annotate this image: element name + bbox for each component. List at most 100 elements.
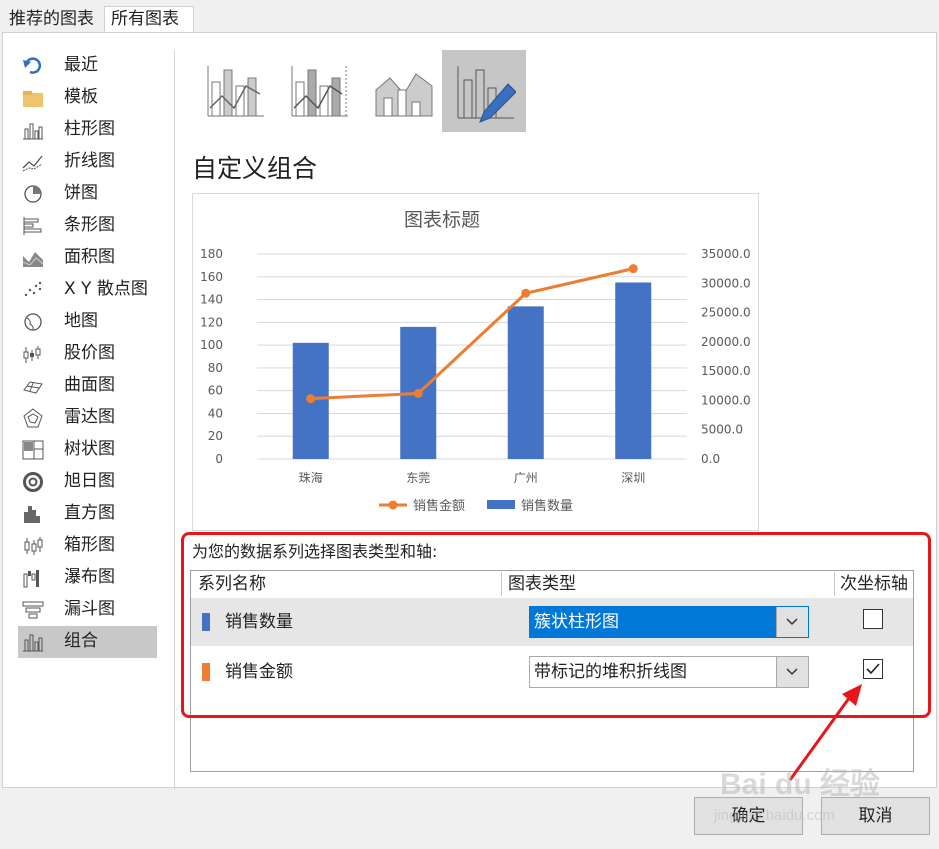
sidebar-item-histogram-chart[interactable]: 直方图	[18, 498, 157, 530]
chart-preview: 图表标题 0 20 40 60 80 100 120 140 160 180 0.0 5000.0 100…	[192, 193, 759, 531]
pie-chart-icon	[22, 184, 44, 204]
map-chart-icon	[22, 312, 44, 332]
sidebar-item-line-chart[interactable]: 折线图	[18, 146, 157, 178]
combo-subtype-column-line[interactable]	[192, 50, 276, 132]
sidebar-item-label: 最近	[64, 55, 98, 75]
bar	[507, 306, 544, 459]
combo-subtype-column-line-secondary[interactable]	[276, 50, 360, 132]
sidebar-item-label: X Y 散点图	[64, 279, 148, 299]
folder-icon	[22, 88, 44, 108]
column-chart-icon	[22, 120, 44, 140]
y2-tick-label: 25000.0	[701, 306, 751, 320]
sidebar-item-label: 股价图	[64, 343, 115, 363]
y-tick-label: 20	[208, 429, 223, 443]
sunburst-chart-icon	[22, 472, 44, 492]
y2-tick-label: 30000.0	[701, 276, 751, 290]
sidebar-divider	[174, 50, 175, 790]
y2-tick-label: 35000.0	[701, 247, 751, 261]
watermark-logo: Bai du 经验 jingyan.baidu.com	[710, 758, 910, 828]
x-tick-label: 东莞	[406, 471, 430, 485]
y-tick-label: 80	[208, 361, 223, 375]
y-tick-label: 60	[208, 384, 223, 398]
sidebar-item-label: 瀑布图	[64, 567, 115, 587]
waterfall-chart-icon	[22, 568, 44, 588]
stock-chart-icon	[22, 344, 44, 364]
sidebar-item-map-chart[interactable]: 地图	[18, 306, 157, 338]
sidebar-item-surface-chart[interactable]: 曲面图	[18, 370, 157, 402]
box-whisker-chart-icon	[22, 536, 44, 556]
line-chart-icon	[22, 152, 44, 172]
section-title: 自定义组合	[192, 154, 318, 183]
funnel-chart-icon	[22, 600, 44, 620]
sidebar-item-folder[interactable]: 模板	[18, 82, 157, 114]
y-tick-label: 140	[200, 293, 223, 307]
area-chart-icon	[22, 248, 44, 268]
sidebar-item-sunburst-chart[interactable]: 旭日图	[18, 466, 157, 498]
sidebar-item-scatter-chart[interactable]: X Y 散点图	[18, 274, 157, 306]
line-marker	[628, 264, 638, 274]
combo-chart: 图表标题 0 20 40 60 80 100 120 140 160 180 0.0 5000.0 100…	[200, 209, 751, 514]
watermark-subtext: jingyan.baidu.com	[713, 807, 835, 824]
tab-all-charts[interactable]: 所有图表	[104, 6, 194, 33]
treemap-chart-icon	[22, 440, 44, 460]
sidebar-item-stock-chart[interactable]: 股价图	[18, 338, 157, 370]
sidebar-item-pie-chart[interactable]: 饼图	[18, 178, 157, 210]
y2-tick-label: 0.0	[701, 452, 720, 466]
y2-tick-label: 20000.0	[701, 335, 751, 349]
sidebar-item-label: 箱形图	[64, 535, 115, 555]
histogram-chart-icon	[22, 504, 44, 524]
sidebar-item-label: 柱形图	[64, 119, 115, 139]
legend-bar-swatch	[487, 500, 515, 509]
sidebar-item-combo-chart[interactable]: 组合	[18, 626, 157, 658]
y-tick-label: 0	[215, 452, 223, 466]
sidebar-item-radar-chart[interactable]: 雷达图	[18, 402, 157, 434]
sidebar-item-bar-chart[interactable]: 条形图	[18, 210, 157, 242]
tab-bar: 推荐的图表 所有图表	[0, 0, 939, 33]
chart-title: 图表标题	[404, 209, 480, 231]
surface-chart-icon	[22, 376, 44, 396]
combo-subtype-area-column[interactable]	[360, 50, 444, 132]
sidebar-item-label: 树状图	[64, 439, 115, 459]
sidebar-item-label: 漏斗图	[64, 599, 115, 619]
sidebar-item-waterfall-chart[interactable]: 瀑布图	[18, 562, 157, 594]
legend-label: 销售数量	[521, 498, 573, 514]
sidebar-item-label: 面积图	[64, 247, 115, 267]
sidebar-item-label: 折线图	[64, 151, 115, 171]
y-tick-label: 100	[200, 338, 223, 352]
sidebar-item-label: 雷达图	[64, 407, 115, 427]
line-marker	[521, 288, 531, 298]
sidebar-item-label: 组合	[64, 631, 98, 651]
legend-label: 销售金额	[413, 498, 465, 514]
y2-tick-label: 15000.0	[701, 364, 751, 378]
combo-chart-icon	[22, 632, 44, 652]
sidebar-item-label: 旭日图	[64, 471, 115, 491]
sidebar-item-treemap-chart[interactable]: 树状图	[18, 434, 157, 466]
line-marker	[306, 394, 316, 404]
sidebar-item-label: 曲面图	[64, 375, 115, 395]
sidebar-item-label: 条形图	[64, 215, 115, 235]
y2-tick-label: 5000.0	[701, 423, 743, 437]
watermark-text: Bai du 经验	[720, 767, 880, 801]
sidebar-item-label: 直方图	[64, 503, 115, 523]
bar	[615, 282, 652, 459]
legend-line-marker	[388, 500, 398, 510]
sidebar-item-column-chart[interactable]: 柱形图	[18, 114, 157, 146]
sidebar-item-label: 饼图	[64, 183, 98, 203]
recent-icon	[22, 56, 44, 76]
y-tick-label: 180	[200, 247, 223, 261]
sidebar-item-label: 地图	[64, 311, 98, 331]
x-tick-label: 珠海	[299, 470, 323, 485]
y2-tick-label: 10000.0	[701, 393, 751, 407]
y-tick-label: 40	[208, 406, 223, 420]
tab-recommended-charts[interactable]: 推荐的图表	[2, 6, 105, 33]
y-tick-label: 160	[200, 270, 223, 284]
bar-chart-icon	[22, 216, 44, 236]
line-marker	[413, 388, 423, 398]
sidebar-item-box-whisker-chart[interactable]: 箱形图	[18, 530, 157, 562]
sidebar-item-recent[interactable]: 最近	[18, 50, 157, 82]
series-line	[310, 267, 634, 401]
sidebar-item-funnel-chart[interactable]: 漏斗图	[18, 594, 157, 626]
combo-subtype-custom[interactable]	[442, 50, 526, 132]
sidebar-item-label: 模板	[64, 87, 98, 107]
sidebar-item-area-chart[interactable]: 面积图	[18, 242, 157, 274]
